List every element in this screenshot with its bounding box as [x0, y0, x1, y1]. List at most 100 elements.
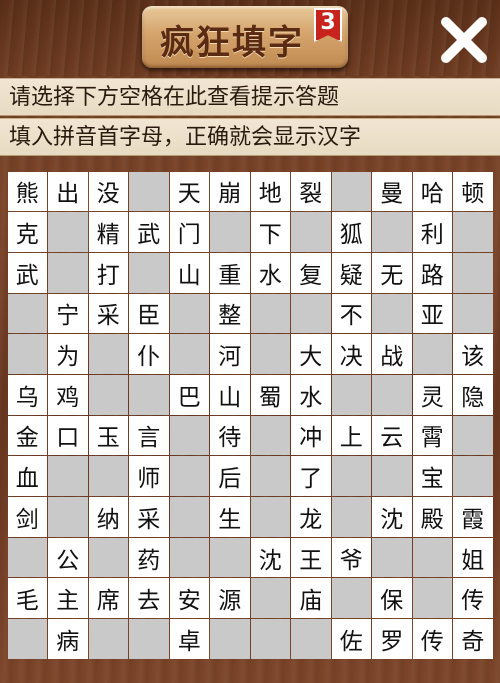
grid-cell-filled[interactable]: 为 — [48, 334, 88, 374]
grid-cell-filled[interactable]: 言 — [129, 415, 169, 456]
grid-cell-filled[interactable]: 精 — [88, 212, 128, 252]
grid-cell-filled[interactable]: 源 — [210, 578, 250, 619]
grid-cell-filled[interactable]: 狐 — [331, 212, 371, 252]
grid-cell-filled[interactable]: 仆 — [129, 334, 169, 374]
grid-cell-filled[interactable]: 后 — [210, 456, 250, 496]
grid-cell-filled[interactable]: 山 — [169, 252, 209, 293]
grid-cell-blank[interactable] — [129, 374, 169, 415]
grid-cell-filled[interactable]: 传 — [453, 578, 493, 619]
grid-cell-filled[interactable]: 殿 — [412, 497, 452, 537]
grid-cell-blank[interactable] — [88, 456, 128, 496]
grid-cell-filled[interactable]: 病 — [48, 619, 88, 659]
grid-cell-filled[interactable]: 卓 — [169, 619, 209, 659]
grid-cell-filled[interactable]: 熊 — [7, 171, 47, 212]
grid-cell-filled[interactable]: 山 — [210, 374, 250, 415]
grid-cell-blank[interactable] — [453, 415, 493, 456]
grid-cell-blank[interactable] — [372, 212, 412, 252]
grid-cell-blank[interactable] — [88, 619, 128, 659]
grid-cell-blank[interactable] — [412, 537, 452, 578]
grid-cell-blank[interactable] — [129, 171, 169, 212]
grid-cell-filled[interactable]: 宁 — [48, 293, 88, 334]
grid-cell-filled[interactable]: 去 — [129, 578, 169, 619]
grid-cell-filled[interactable]: 河 — [210, 334, 250, 374]
grid-cell-filled[interactable]: 沈 — [250, 537, 290, 578]
grid-cell-filled[interactable]: 曼 — [372, 171, 412, 212]
grid-cell-filled[interactable]: 主 — [48, 578, 88, 619]
grid-cell-filled[interactable]: 隐 — [453, 374, 493, 415]
grid-cell-filled[interactable]: 裂 — [291, 171, 331, 212]
grid-cell-filled[interactable]: 采 — [88, 293, 128, 334]
grid-cell-blank[interactable] — [291, 619, 331, 659]
grid-cell-filled[interactable]: 王 — [291, 537, 331, 578]
grid-cell-filled[interactable]: 克 — [7, 212, 47, 252]
grid-cell-blank[interactable] — [412, 578, 452, 619]
grid-cell-filled[interactable]: 水 — [250, 252, 290, 293]
grid-cell-blank[interactable] — [453, 456, 493, 496]
grid-cell-filled[interactable]: 重 — [210, 252, 250, 293]
grid-cell-blank[interactable] — [210, 619, 250, 659]
grid-cell-filled[interactable]: 利 — [412, 212, 452, 252]
grid-cell-filled[interactable]: 崩 — [210, 171, 250, 212]
grid-cell-blank[interactable] — [331, 497, 371, 537]
grid-cell-blank[interactable] — [453, 293, 493, 334]
grid-cell-blank[interactable] — [169, 415, 209, 456]
grid-cell-blank[interactable] — [169, 293, 209, 334]
grid-cell-blank[interactable] — [331, 578, 371, 619]
grid-cell-filled[interactable]: 师 — [129, 456, 169, 496]
grid-cell-filled[interactable]: 没 — [88, 171, 128, 212]
grid-cell-filled[interactable]: 采 — [129, 497, 169, 537]
grid-cell-filled[interactable]: 蜀 — [250, 374, 290, 415]
grid-cell-blank[interactable] — [48, 252, 88, 293]
grid-cell-filled[interactable]: 亚 — [412, 293, 452, 334]
grid-cell-filled[interactable]: 臣 — [129, 293, 169, 334]
grid-cell-blank[interactable] — [88, 334, 128, 374]
grid-cell-filled[interactable]: 门 — [169, 212, 209, 252]
grid-cell-filled[interactable]: 出 — [48, 171, 88, 212]
grid-cell-filled[interactable]: 沈 — [372, 497, 412, 537]
grid-cell-filled[interactable]: 纳 — [88, 497, 128, 537]
grid-cell-blank[interactable] — [372, 374, 412, 415]
grid-cell-filled[interactable]: 玉 — [88, 415, 128, 456]
grid-cell-blank[interactable] — [250, 334, 290, 374]
grid-cell-filled[interactable]: 宝 — [412, 456, 452, 496]
grid-cell-blank[interactable] — [372, 293, 412, 334]
grid-cell-filled[interactable]: 毛 — [7, 578, 47, 619]
grid-cell-filled[interactable]: 灵 — [412, 374, 452, 415]
grid-cell-filled[interactable]: 地 — [250, 171, 290, 212]
grid-cell-blank[interactable] — [331, 374, 371, 415]
grid-cell-blank[interactable] — [7, 334, 47, 374]
grid-cell-filled[interactable]: 龙 — [291, 497, 331, 537]
grid-cell-filled[interactable]: 乌 — [7, 374, 47, 415]
grid-cell-filled[interactable]: 安 — [169, 578, 209, 619]
grid-cell-filled[interactable]: 复 — [291, 252, 331, 293]
grid-cell-blank[interactable] — [291, 293, 331, 334]
grid-cell-blank[interactable] — [7, 537, 47, 578]
grid-cell-filled[interactable]: 哈 — [412, 171, 452, 212]
grid-cell-filled[interactable]: 罗 — [372, 619, 412, 659]
grid-cell-filled[interactable]: 云 — [372, 415, 412, 456]
grid-cell-filled[interactable]: 庙 — [291, 578, 331, 619]
grid-cell-filled[interactable]: 武 — [7, 252, 47, 293]
grid-cell-filled[interactable]: 保 — [372, 578, 412, 619]
grid-cell-filled[interactable]: 传 — [412, 619, 452, 659]
grid-cell-blank[interactable] — [129, 619, 169, 659]
grid-cell-filled[interactable]: 上 — [331, 415, 371, 456]
grid-cell-blank[interactable] — [250, 619, 290, 659]
grid-cell-blank[interactable] — [169, 537, 209, 578]
grid-cell-filled[interactable]: 药 — [129, 537, 169, 578]
grid-cell-filled[interactable]: 武 — [129, 212, 169, 252]
grid-cell-blank[interactable] — [372, 537, 412, 578]
grid-cell-blank[interactable] — [88, 374, 128, 415]
grid-cell-filled[interactable]: 该 — [453, 334, 493, 374]
grid-cell-filled[interactable]: 疑 — [331, 252, 371, 293]
grid-cell-blank[interactable] — [331, 456, 371, 496]
grid-cell-filled[interactable]: 顿 — [453, 171, 493, 212]
grid-cell-filled[interactable]: 霞 — [453, 497, 493, 537]
grid-cell-blank[interactable] — [250, 497, 290, 537]
grid-cell-filled[interactable]: 公 — [48, 537, 88, 578]
grid-cell-blank[interactable] — [250, 293, 290, 334]
grid-cell-filled[interactable]: 生 — [210, 497, 250, 537]
grid-cell-filled[interactable]: 冲 — [291, 415, 331, 456]
grid-cell-blank[interactable] — [250, 456, 290, 496]
grid-cell-blank[interactable] — [210, 537, 250, 578]
